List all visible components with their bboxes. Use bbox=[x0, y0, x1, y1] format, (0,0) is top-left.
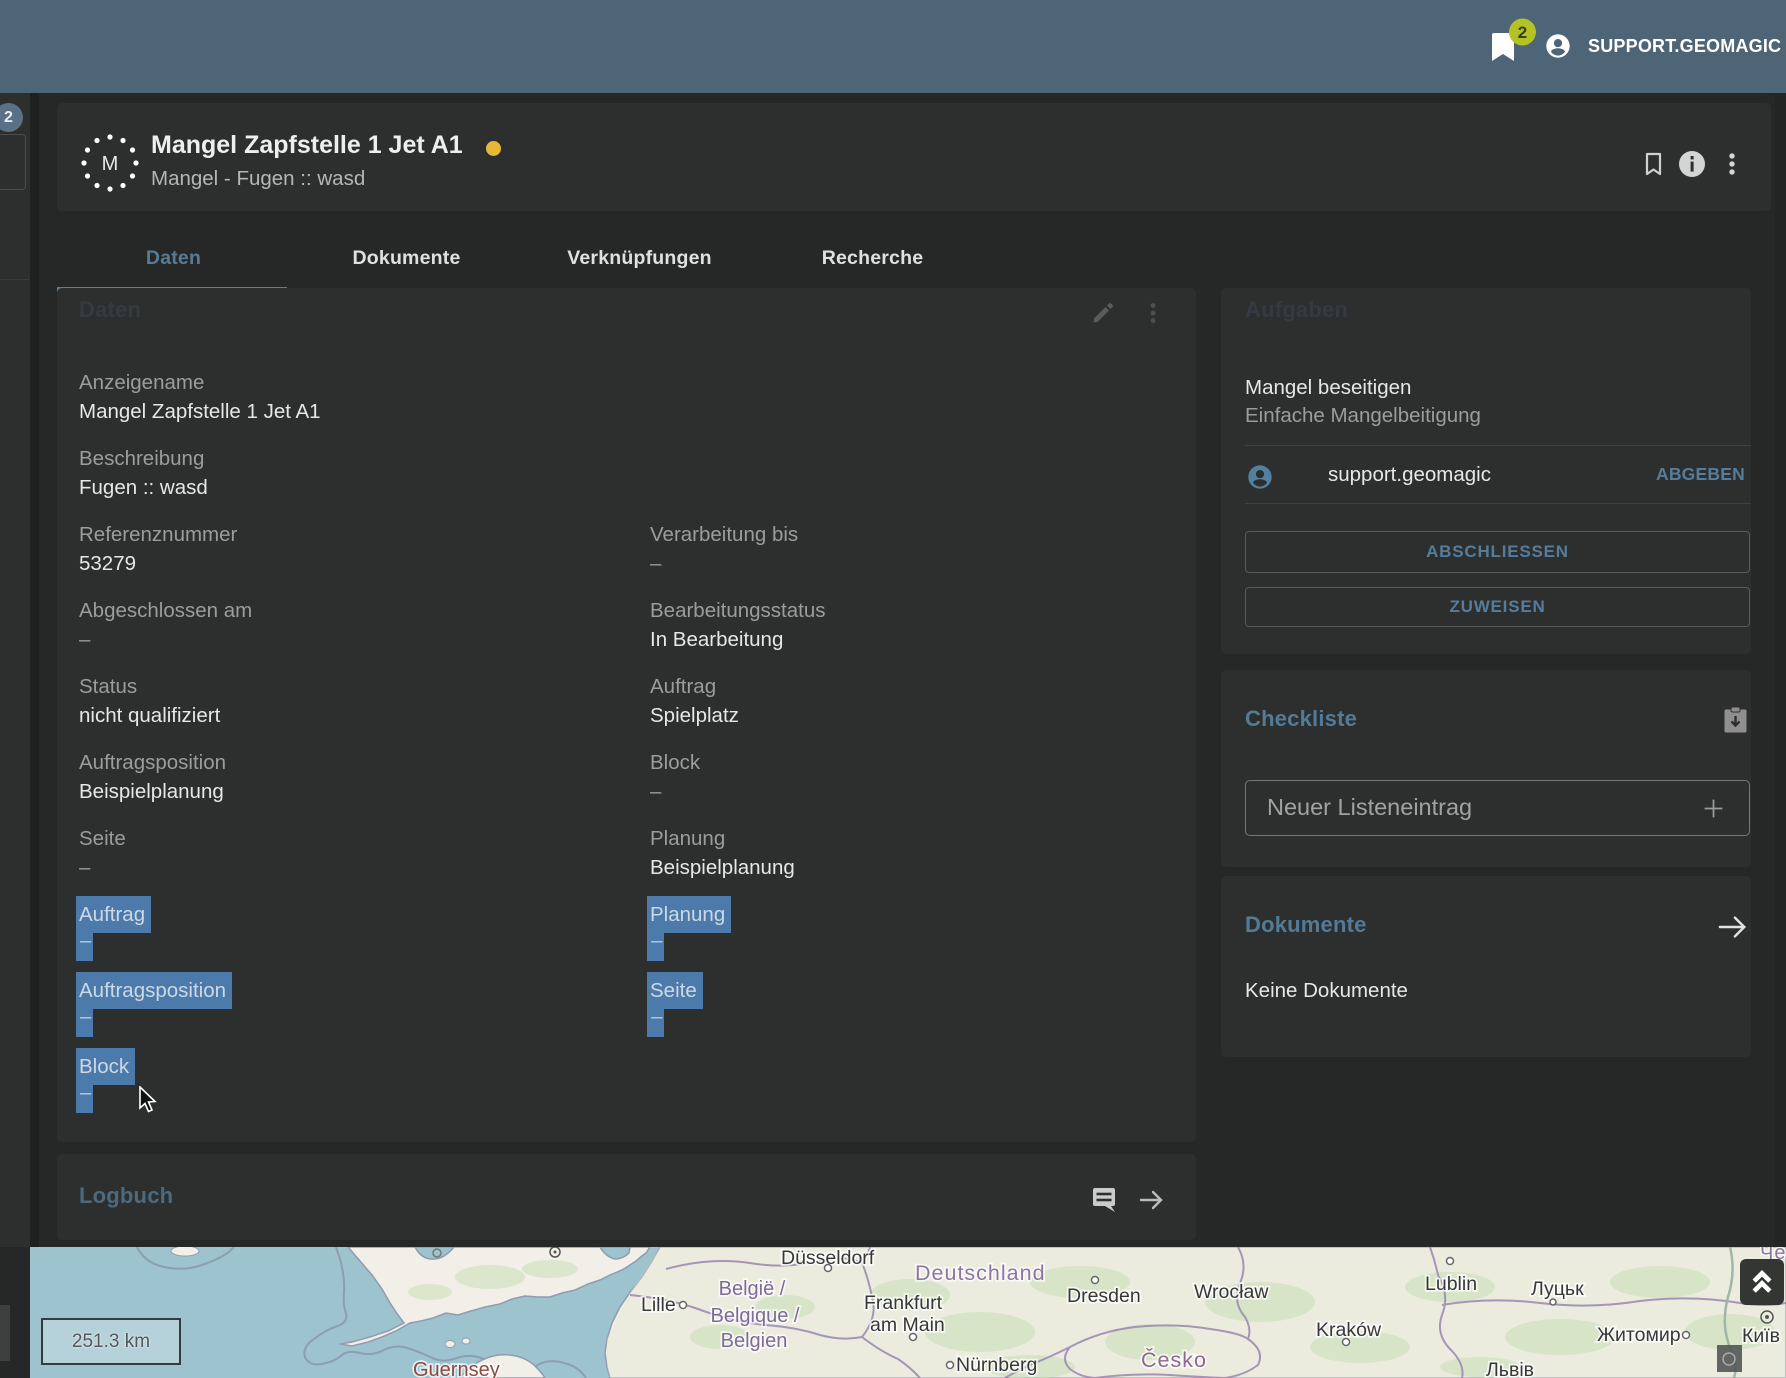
svg-text:Česko: Česko bbox=[1141, 1347, 1207, 1372]
svg-text:Belgien: Belgien bbox=[721, 1330, 788, 1352]
svg-text:Львів: Львів bbox=[1486, 1359, 1534, 1378]
svg-text:België /: België / bbox=[719, 1278, 786, 1300]
svg-text:Lublin: Lublin bbox=[1425, 1273, 1477, 1295]
svg-text:Kraków: Kraków bbox=[1316, 1319, 1382, 1341]
svg-text:Frankfurt: Frankfurt bbox=[864, 1292, 943, 1314]
svg-text:Житомир: Житомир bbox=[1597, 1324, 1681, 1346]
svg-text:am Main: am Main bbox=[870, 1314, 945, 1336]
svg-text:Dresden: Dresden bbox=[1067, 1285, 1141, 1307]
svg-text:2: 2 bbox=[1518, 23, 1527, 42]
svg-text:Nürnberg: Nürnberg bbox=[956, 1354, 1037, 1376]
svg-text:Lille: Lille bbox=[641, 1294, 676, 1316]
svg-text:Deutschland: Deutschland bbox=[915, 1261, 1046, 1285]
svg-text:Луцьк: Луцьк bbox=[1531, 1278, 1584, 1300]
svg-text:Київ: Київ bbox=[1742, 1325, 1780, 1347]
svg-text:Wrocław: Wrocław bbox=[1194, 1281, 1269, 1303]
svg-text:Belgique /: Belgique / bbox=[711, 1305, 800, 1327]
svg-text:M: M bbox=[102, 153, 119, 175]
svg-text:Guernsey: Guernsey bbox=[413, 1359, 500, 1378]
